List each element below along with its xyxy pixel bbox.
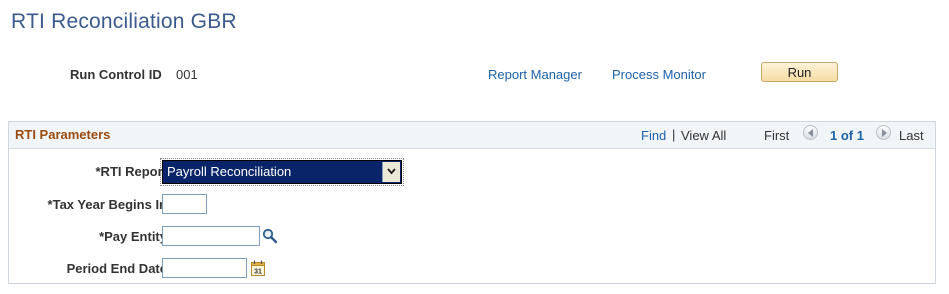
rti-report-select[interactable]: Payroll Reconciliation: [160, 158, 404, 186]
magnifier-icon[interactable]: [262, 228, 278, 244]
run-button[interactable]: Run: [761, 62, 838, 82]
process-monitor-link[interactable]: Process Monitor: [612, 67, 706, 82]
period-end-date-label: Period End Date: [66, 261, 167, 276]
run-control-value: 001: [176, 67, 198, 82]
report-manager-link[interactable]: Report Manager: [488, 67, 582, 82]
first-label: First: [764, 128, 790, 143]
rti-report-label: *RTI Report: [95, 164, 168, 179]
right-arrow-icon[interactable]: [876, 125, 891, 140]
find-link[interactable]: Find: [641, 128, 666, 143]
pay-entity-label: *Pay Entity: [99, 229, 167, 244]
last-label: Last: [899, 128, 924, 143]
row-count: 1 of 1: [830, 128, 864, 143]
view-all-link[interactable]: View All: [681, 128, 726, 143]
calendar-icon[interactable]: 31: [251, 260, 265, 276]
tax-year-input[interactable]: [162, 194, 207, 214]
group-title: RTI Parameters: [15, 127, 111, 142]
period-end-date-input[interactable]: [162, 258, 247, 278]
rti-parameters-group: RTI Parameters Find | View All First 1 o…: [8, 121, 936, 284]
svg-text:31: 31: [254, 269, 262, 276]
tax-year-label: *Tax Year Begins In: [47, 197, 167, 212]
group-header: RTI Parameters Find | View All First 1 o…: [9, 122, 935, 149]
nav-separator: |: [672, 127, 676, 142]
chevron-down-icon[interactable]: [382, 162, 400, 182]
left-arrow-icon[interactable]: [803, 125, 818, 140]
page-title: RTI Reconciliation GBR: [11, 10, 237, 33]
run-control-label: Run Control ID: [70, 67, 162, 82]
pay-entity-input[interactable]: [162, 226, 260, 246]
rti-report-selected-value: Payroll Reconciliation: [167, 164, 292, 179]
